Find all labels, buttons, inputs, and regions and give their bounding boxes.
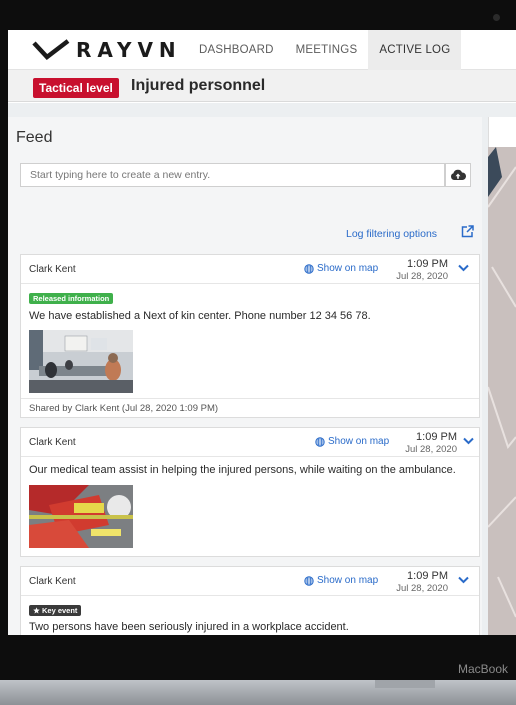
nav-active-log[interactable]: ACTIVE LOG: [368, 30, 462, 70]
entry-text: We have established a Next of kin center…: [29, 310, 371, 322]
entry-date: Jul 28, 2020: [396, 271, 448, 282]
entry-header: Clark Kent Show on map 1:09 PM Jul 28, 2…: [21, 428, 479, 457]
chevron-down-icon[interactable]: [458, 264, 469, 272]
logo-check-icon: [32, 39, 70, 61]
map-panel[interactable]: [488, 147, 516, 635]
entry-header: Clark Kent Show on map 1:09 PM Jul 28, 2…: [21, 255, 479, 284]
nav-dashboard[interactable]: DASHBOARD: [188, 30, 285, 70]
entry-timestamp: 1:09 PM Jul 28, 2020: [401, 431, 457, 455]
top-navigation: RAYVN DASHBOARD MEETINGS ACTIVE LOG: [8, 30, 516, 70]
map-lines: [488, 147, 516, 618]
new-entry-input[interactable]: Start typing here to create a new entry.: [20, 163, 445, 187]
star-icon: [33, 607, 40, 614]
entry-timestamp: 1:09 PM Jul 28, 2020: [392, 258, 448, 282]
incident-title: Injured personnel: [131, 77, 266, 94]
entry-time: 1:09 PM: [407, 258, 448, 270]
feed-panel: Feed Start typing here to create a new e…: [8, 117, 482, 635]
logo-text: RAYVN: [76, 38, 182, 62]
map-panel-header: [488, 117, 516, 147]
entry-date: Jul 28, 2020: [396, 583, 448, 594]
entry-shared-by: Shared by Clark Kent (Jul 28, 2020 1:09 …: [21, 398, 479, 418]
tactical-level-badge: Tactical level: [33, 78, 119, 98]
entry-timestamp: 1:09 PM Jul 28, 2020: [392, 570, 448, 594]
camera: [493, 14, 500, 21]
entry-time: 1:09 PM: [407, 570, 448, 582]
entry-text: Two persons have been seriously injured …: [29, 621, 349, 633]
meeting-room-photo[interactable]: [29, 330, 133, 393]
released-information-tag: Released information: [29, 293, 114, 304]
key-event-label: Key event: [42, 606, 78, 615]
globe-icon: [304, 263, 314, 274]
incident-header: Tactical level Injured personnel: [8, 70, 516, 102]
cloud-upload-icon: [451, 169, 466, 180]
entry-author: Clark Kent: [29, 576, 76, 587]
feed-heading: Feed: [16, 129, 53, 146]
laptop-frame: RAYVN DASHBOARD MEETINGS ACTIVE LOG Tact…: [0, 0, 516, 705]
globe-icon: [315, 436, 325, 447]
show-on-map-link[interactable]: Show on map: [304, 575, 378, 586]
entry-author: Clark Kent: [29, 264, 76, 275]
entry-author: Clark Kent: [29, 437, 76, 448]
rayvn-logo[interactable]: RAYVN: [32, 38, 182, 62]
app-screen: RAYVN DASHBOARD MEETINGS ACTIVE LOG Tact…: [8, 30, 516, 635]
globe-icon: [304, 575, 314, 586]
show-on-map-link[interactable]: Show on map: [315, 436, 389, 447]
upload-button[interactable]: [445, 163, 471, 187]
chevron-down-icon[interactable]: [458, 576, 469, 584]
chevron-down-icon[interactable]: [463, 437, 474, 445]
feed-entry: Clark Kent Show on map 1:09 PM Jul 28, 2…: [20, 427, 480, 557]
nav-meetings[interactable]: MEETINGS: [285, 30, 369, 70]
show-on-map-label: Show on map: [317, 575, 379, 586]
feed-entry: Clark Kent Show on map 1:09 PM Jul 28, 2…: [20, 566, 480, 635]
laptop-base: [0, 680, 516, 705]
show-on-map-link[interactable]: Show on map: [304, 263, 378, 274]
device-brand: MacBook: [458, 662, 509, 676]
entry-time: 1:09 PM: [416, 431, 457, 443]
medical-team-photo[interactable]: [29, 485, 133, 548]
show-on-map-label: Show on map: [317, 263, 379, 274]
entry-date: Jul 28, 2020: [405, 444, 457, 455]
entry-text: Our medical team assist in helping the i…: [29, 464, 456, 476]
feed-entry: Clark Kent Show on map 1:09 PM Jul 28, 2…: [20, 254, 480, 418]
log-filtering-link[interactable]: Log filtering options: [346, 228, 437, 240]
main-nav: DASHBOARD MEETINGS ACTIVE LOG: [188, 30, 462, 70]
entry-body: Released information We have established…: [21, 284, 479, 398]
laptop-notch: [375, 680, 435, 688]
content-area: Feed Start typing here to create a new e…: [8, 103, 516, 635]
entry-header: Clark Kent Show on map 1:09 PM Jul 28, 2…: [21, 567, 479, 596]
key-event-tag: Key event: [29, 605, 82, 616]
external-link-icon[interactable]: [461, 225, 474, 238]
show-on-map-label: Show on map: [328, 436, 390, 447]
